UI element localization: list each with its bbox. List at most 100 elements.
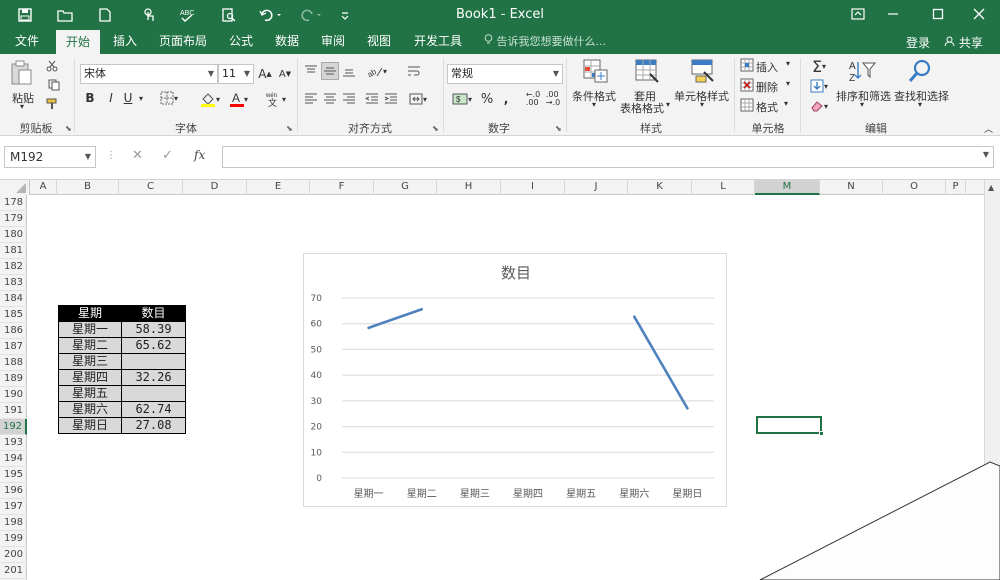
table-cell[interactable]: 62.74 — [121, 401, 186, 418]
cell-styles-dropdown-icon[interactable]: ▾ — [700, 100, 704, 109]
row-header[interactable]: 180 — [0, 227, 27, 243]
tab-data[interactable]: 数据 — [268, 30, 306, 54]
line-chart[interactable]: 数目 0 10 20 30 40 50 60 70 星期一 星期二 星期三 星期四 星期五 星期六 星期日 — [303, 253, 727, 507]
row-header[interactable]: 178 — [0, 195, 27, 211]
row-header[interactable]: 184 — [0, 291, 27, 307]
number-launcher-icon[interactable]: ⬊ — [555, 124, 562, 133]
name-box[interactable]: M192 ▼ — [4, 146, 96, 168]
tab-formulas[interactable]: 公式 — [222, 30, 260, 54]
align-middle-icon[interactable] — [321, 62, 339, 80]
formula-input[interactable]: ▼ — [222, 146, 994, 168]
borders-icon[interactable]: ▾ — [156, 90, 182, 106]
table-cell[interactable]: 星期一 — [58, 321, 122, 338]
row-header[interactable]: 188 — [0, 355, 27, 371]
format-cells-label[interactable]: 格式 — [756, 99, 778, 115]
cancel-entry-icon[interactable]: ✕ — [132, 148, 143, 163]
paste-icon[interactable] — [9, 60, 35, 86]
tell-me-box[interactable]: 告诉我您想要做什么... — [484, 33, 606, 49]
insert-function-icon[interactable]: fx — [194, 148, 205, 162]
tab-view[interactable]: 视图 — [360, 30, 398, 54]
confirm-entry-icon[interactable]: ✓ — [162, 148, 173, 163]
vertical-scrollbar[interactable]: ▲ — [984, 180, 1000, 470]
selected-cell[interactable] — [756, 416, 824, 436]
column-header[interactable]: A — [30, 180, 57, 195]
increase-decimal-icon[interactable]: ←.0.00 — [524, 90, 542, 108]
sign-in-link[interactable]: 登录 — [906, 34, 930, 51]
italic-button[interactable]: I — [105, 90, 117, 106]
format-as-table-dropdown-icon[interactable]: ▾ — [666, 100, 670, 109]
underline-button[interactable]: U — [122, 90, 134, 106]
row-header[interactable]: 190 — [0, 387, 27, 403]
tab-home[interactable]: 开始 — [56, 30, 100, 54]
font-color-icon[interactable]: A ▾ — [226, 90, 252, 108]
tab-insert[interactable]: 插入 — [106, 30, 144, 54]
paste-dropdown-icon[interactable]: ▾ — [20, 102, 24, 111]
row-header[interactable]: 201 — [0, 563, 27, 579]
wrap-text-icon[interactable] — [404, 62, 424, 80]
comma-style-icon[interactable]: , — [500, 90, 512, 108]
expand-formula-icon[interactable]: ▼ — [983, 150, 989, 159]
format-as-table-icon[interactable] — [634, 58, 660, 84]
column-header[interactable]: H — [437, 180, 501, 195]
insert-cells-icon[interactable] — [740, 58, 754, 72]
share-button[interactable]: 共享 — [944, 34, 983, 51]
row-header[interactable]: 195 — [0, 467, 27, 483]
conditional-format-dropdown-icon[interactable]: ▾ — [592, 100, 596, 109]
row-header[interactable]: 198 — [0, 515, 27, 531]
row-header[interactable]: 192 — [0, 419, 27, 435]
row-header[interactable]: 183 — [0, 275, 27, 291]
table-cell[interactable] — [121, 385, 186, 402]
decrease-font-icon[interactable]: A ▼ — [278, 66, 292, 82]
format-painter-icon[interactable] — [44, 96, 60, 112]
table-cell[interactable]: 星期三 — [58, 353, 122, 370]
table-header-cell[interactable]: 数目 — [121, 305, 186, 322]
table-cell[interactable]: 65.62 — [121, 337, 186, 354]
bold-button[interactable]: B — [84, 90, 96, 106]
copy-icon[interactable] — [44, 77, 64, 93]
table-cell[interactable]: 星期六 — [58, 401, 122, 418]
row-header[interactable]: 179 — [0, 211, 27, 227]
decrease-decimal-icon[interactable]: .00 →.0 — [544, 90, 562, 108]
align-top-icon[interactable] — [302, 62, 320, 80]
table-cell[interactable]: 星期二 — [58, 337, 122, 354]
collapse-ribbon-icon[interactable]: ︿ — [984, 122, 993, 135]
row-header[interactable]: 182 — [0, 259, 27, 275]
align-center-icon[interactable] — [321, 90, 339, 108]
column-header[interactable]: F — [310, 180, 374, 195]
fill-icon[interactable]: ▾ — [806, 78, 832, 94]
delete-cells-icon[interactable] — [740, 78, 754, 92]
column-header[interactable]: M — [755, 180, 820, 195]
table-cell[interactable]: 星期五 — [58, 385, 122, 402]
row-header[interactable]: 196 — [0, 483, 27, 499]
accounting-format-icon[interactable]: $ ▾ — [448, 90, 476, 108]
orientation-icon[interactable]: ab ▾ — [363, 62, 391, 80]
row-header[interactable]: 185 — [0, 307, 27, 323]
insert-cells-label[interactable]: 插入 — [756, 59, 778, 75]
minimize-icon[interactable] — [880, 3, 906, 25]
column-header[interactable]: J — [565, 180, 628, 195]
row-header[interactable]: 189 — [0, 371, 27, 387]
column-header[interactable]: O — [883, 180, 946, 195]
align-bottom-icon[interactable] — [340, 62, 358, 80]
delete-cells-label[interactable]: 删除 — [756, 79, 778, 95]
select-all-corner[interactable] — [0, 180, 30, 195]
row-header[interactable]: 186 — [0, 323, 27, 339]
table-cell[interactable]: 星期四 — [58, 369, 122, 386]
row-header[interactable]: 194 — [0, 451, 27, 467]
format-cells-icon[interactable] — [740, 98, 754, 112]
format-as-table-label-2[interactable]: 表格格式 — [620, 100, 664, 116]
format-cells-dropdown-icon[interactable]: ▾ — [784, 99, 788, 108]
insert-cells-dropdown-icon[interactable]: ▾ — [786, 59, 790, 68]
tab-review[interactable]: 审阅 — [314, 30, 352, 54]
column-header[interactable]: L — [692, 180, 755, 195]
sort-filter-icon[interactable]: AZ — [848, 58, 877, 84]
column-header[interactable]: E — [247, 180, 310, 195]
decrease-indent-icon[interactable] — [363, 90, 381, 108]
merge-center-icon[interactable]: ▾ — [404, 90, 432, 108]
row-header[interactable]: 200 — [0, 547, 27, 563]
find-select-dropdown-icon[interactable]: ▾ — [918, 100, 922, 109]
column-header[interactable]: G — [374, 180, 437, 195]
column-header[interactable]: I — [501, 180, 565, 195]
close-icon[interactable] — [966, 3, 992, 25]
row-header[interactable]: 191 — [0, 403, 27, 419]
